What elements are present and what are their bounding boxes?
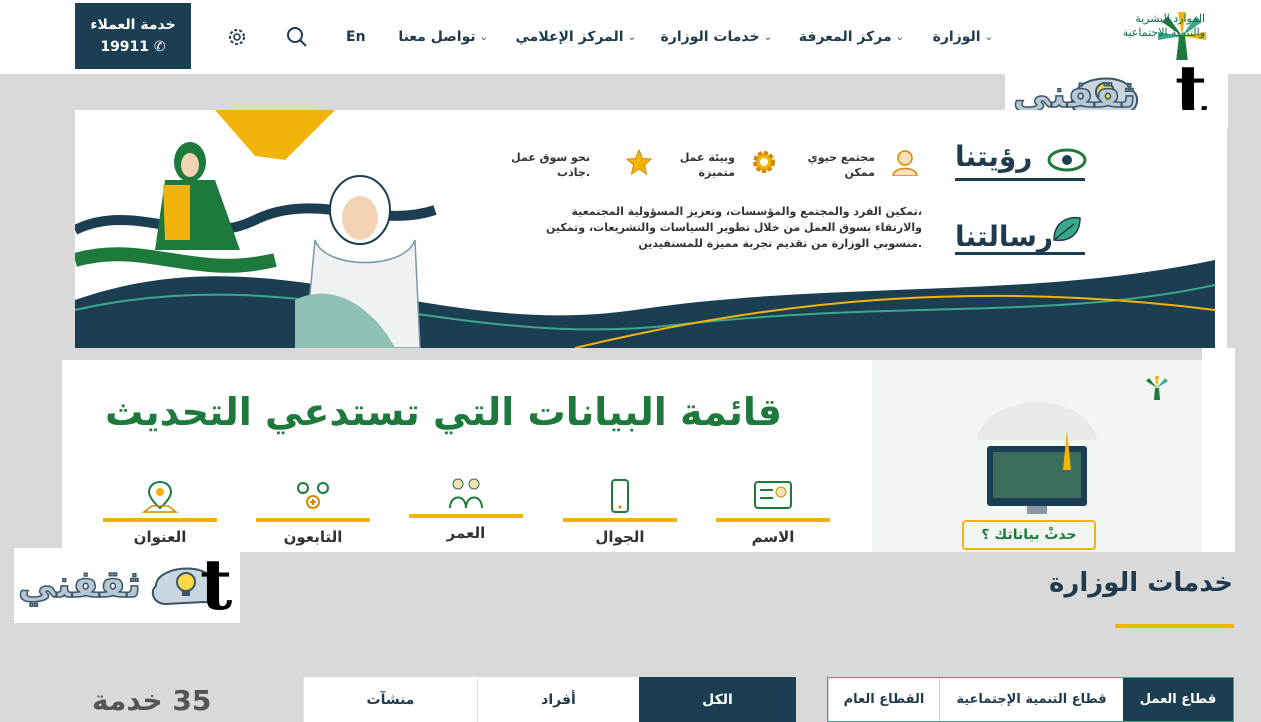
gear-icon[interactable] (224, 24, 250, 50)
section-title-underline (1115, 624, 1234, 628)
phone-icon: ✆ (153, 39, 166, 55)
data-update-title: قائمة البيانات التي تستدعي التحديث (105, 390, 782, 434)
dependents-icon (297, 482, 329, 509)
nav-knowledge-center[interactable]: مركز المعرفة ⌄ (799, 0, 904, 74)
tab-all[interactable]: الكل (639, 677, 796, 722)
tab-individuals[interactable]: أفراد (477, 677, 639, 722)
person-icon (892, 150, 918, 176)
nav-media-center[interactable]: المركز الإعلامي ⌄ (515, 0, 636, 74)
services-count: 35 خدمة (92, 684, 212, 717)
sector-tabs: قطاع العمل قطاع التنمية الإجتماعية القطا… (827, 677, 1234, 722)
chevron-down-icon: ⌄ (627, 31, 636, 43)
location-pin-icon (141, 480, 179, 513)
vision-item-labor-market: نحو سوق عمل جاذب. (511, 151, 590, 179)
update-data-button[interactable]: حدثْ بياناتك ؟ (962, 520, 1096, 550)
tab-establishments[interactable]: منشآت (303, 677, 477, 722)
data-item-address: العنوان (103, 478, 217, 546)
chevron-down-icon: ⌄ (895, 31, 904, 43)
ministry-logo-small (1146, 376, 1168, 400)
language-toggle[interactable]: En (346, 0, 366, 74)
leaf-icon (1053, 216, 1081, 242)
tab-social-development-sector[interactable]: قطاع التنمية الإجتماعية (939, 678, 1123, 721)
customer-service-button[interactable]: خدمة العملاء 19911 ✆ (75, 3, 191, 69)
gear-icon (753, 151, 775, 173)
family-icon (449, 478, 483, 509)
data-item-dependents: التابعون (256, 478, 370, 546)
vision-banner[interactable]: رؤيتنا مجتمع حيوي ممكن وبيئة عمل متميزة نح… (75, 110, 1215, 348)
chevron-down-icon: ⌄ (984, 31, 993, 43)
nav-contact-us[interactable]: تواصل معنا ⌄ (398, 0, 488, 74)
vision-item-community: مجتمع حيوي ممكن (807, 151, 875, 179)
data-item-name: الاسم (716, 478, 830, 546)
star-icon (625, 148, 653, 176)
mission-title: رسالتنا (955, 220, 1054, 253)
mission-text: تمكين الفرد والمجتمع والمؤسسات، وتعزيز ا… (546, 205, 922, 250)
logo-text: الموارد البشرية والتنمية الاجتماعية (1122, 12, 1205, 39)
computer-umbrella-illustration (977, 402, 1097, 514)
nav-ministry-services[interactable]: خدمات الوزارة ⌄ (661, 0, 772, 74)
id-card-icon (754, 481, 792, 509)
phone-icon (611, 479, 629, 513)
tab-public-sector[interactable]: القطاع العام (828, 678, 939, 721)
data-item-age: العمر (409, 474, 523, 542)
banner-edge (1202, 348, 1235, 552)
chevron-down-icon: ⌄ (763, 31, 772, 43)
banner-edge (1215, 110, 1227, 348)
vision-item-work-environment: وبيئة عمل متميزة (679, 151, 735, 179)
data-update-banner[interactable]: قائمة البيانات التي تستدعي التحديث الاسم… (62, 360, 1202, 552)
eye-icon (1047, 148, 1087, 172)
tab-labor-sector[interactable]: قطاع العمل (1123, 678, 1233, 721)
chevron-down-icon: ⌄ (479, 31, 488, 43)
vision-title: رؤيتنا (955, 140, 1033, 173)
watermark-logo: ثقفني t (14, 548, 240, 623)
data-item-mobile: الجوال (563, 478, 677, 546)
mission-divider (955, 252, 1085, 255)
vision-divider (955, 178, 1085, 181)
services-section-title: خدمات الوزارة (1049, 568, 1233, 598)
nav-ministry[interactable]: الوزارة ⌄ (933, 0, 993, 74)
audience-tabs: الكل أفراد منشآت (303, 677, 796, 722)
search-icon[interactable] (284, 24, 310, 50)
